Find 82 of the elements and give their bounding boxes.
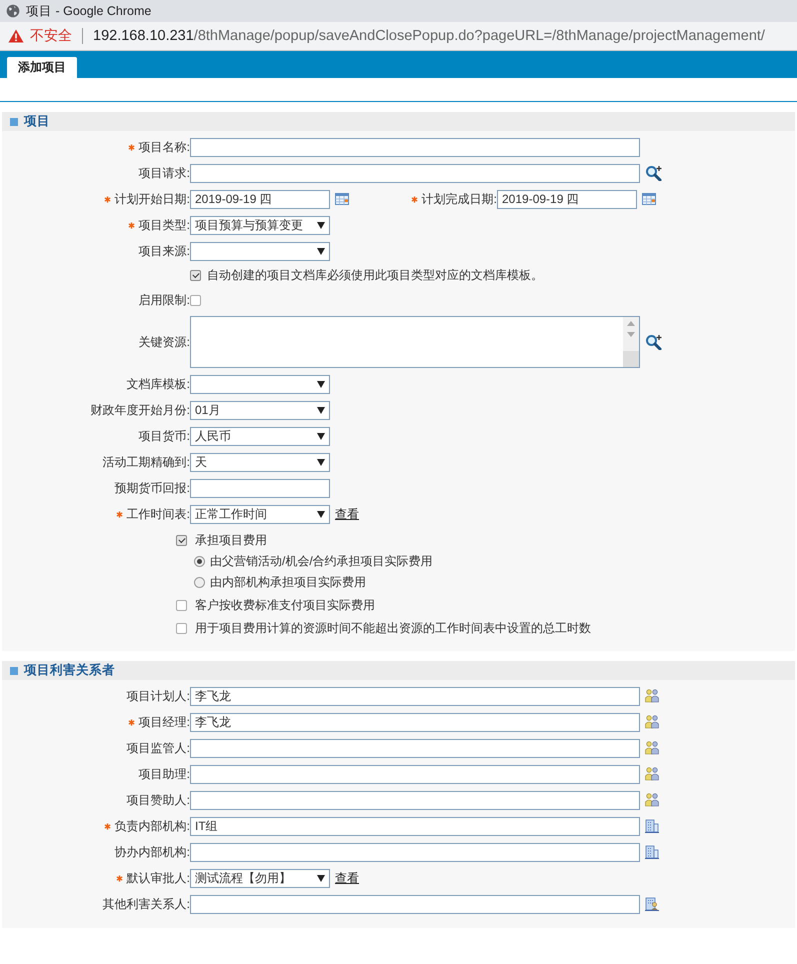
field-label: 项目类型: <box>138 216 190 234</box>
building-icon[interactable] <box>645 845 659 859</box>
field-label: 项目货币: <box>138 428 190 444</box>
checkbox[interactable] <box>176 600 187 611</box>
building-person-icon[interactable] <box>645 897 659 911</box>
security-label[interactable]: 不安全 <box>30 27 72 45</box>
calendar-icon[interactable] <box>642 193 656 205</box>
people-icon[interactable] <box>645 741 659 755</box>
input-field[interactable] <box>190 842 640 862</box>
radio-label: 由父营销活动/机会/合约承担项目实际费用 <box>210 553 433 570</box>
input-field[interactable] <box>190 738 640 758</box>
field-label: 项目助理: <box>138 766 190 782</box>
window-title: 项目 - Google Chrome <box>26 2 152 20</box>
field-label: 计划开始日期: <box>114 190 190 208</box>
checkbox[interactable] <box>190 294 201 306</box>
checkbox-label: 客户按收费标准支付项目实际费用 <box>195 597 375 614</box>
field-label: 工作时间表: <box>126 506 190 522</box>
input-field[interactable]: 李飞龙 <box>190 712 640 732</box>
select-dropdown[interactable]: 项目预算与预算变更 <box>190 216 330 234</box>
people-icon[interactable] <box>645 689 659 703</box>
field-label: 默认审批人: <box>126 870 190 886</box>
select-dropdown[interactable]: 人民币 <box>190 426 330 446</box>
select-dropdown[interactable]: 测试流程【勿用】 <box>190 868 330 888</box>
select-dropdown[interactable] <box>190 374 330 394</box>
radio-button[interactable] <box>194 577 205 588</box>
checkbox[interactable] <box>176 535 187 546</box>
input-field[interactable] <box>190 894 640 914</box>
search-icon[interactable] <box>645 165 663 181</box>
input-field[interactable] <box>190 164 640 182</box>
input-field[interactable] <box>190 478 330 498</box>
field-label: 项目计划人: <box>126 688 190 704</box>
input-field[interactable]: 2019-09-19 四 <box>190 190 330 208</box>
field-label: 项目监管人: <box>126 740 190 756</box>
address-url[interactable]: 192.168.10.231/8thManage/popup/saveAndClosePopup.do?pageURL=/8thManage/projectManagement/ <box>93 28 765 44</box>
view-link[interactable]: 查看 <box>335 506 359 522</box>
select-dropdown[interactable]: 天 <box>190 452 330 472</box>
people-icon[interactable] <box>645 793 659 807</box>
field-label: 项目赞助人: <box>126 792 190 808</box>
people-icon[interactable] <box>645 767 659 781</box>
tab[interactable]: 添加项目 <box>7 57 77 78</box>
field-label: 项目经理: <box>138 714 190 730</box>
field-label: 文档库模板: <box>126 376 190 392</box>
checkbox[interactable] <box>176 623 187 634</box>
input-field[interactable]: 李飞龙 <box>190 686 640 706</box>
field-label: 预期货币回报: <box>114 480 190 496</box>
building-icon[interactable] <box>645 819 659 833</box>
radio-label: 由内部机构承担项目实际费用 <box>210 574 366 591</box>
view-link[interactable]: 查看 <box>335 870 359 886</box>
input-field[interactable]: IT组 <box>190 816 640 836</box>
section-title: 项目利害关系者 <box>24 662 115 679</box>
radio-button[interactable] <box>194 556 205 567</box>
checkbox-label: 承担项目费用 <box>195 532 267 549</box>
select-dropdown[interactable]: 正常工作时间 <box>190 504 330 524</box>
checkbox[interactable] <box>190 270 201 281</box>
square-icon <box>10 118 18 126</box>
field-label: 关键资源: <box>138 334 190 350</box>
input-field[interactable] <box>190 138 640 156</box>
warning-icon <box>8 29 24 43</box>
section-title: 项目 <box>24 113 50 130</box>
field-label: 项目请求: <box>138 164 190 182</box>
field-label: 启用限制: <box>138 292 190 308</box>
checkbox-label: 用于项目费用计算的资源时间不能超出资源的工作时间表中设置的总工时数 <box>195 620 591 637</box>
select-dropdown[interactable] <box>190 242 330 260</box>
field-label: 协办内部机构: <box>114 844 190 860</box>
globe-icon <box>6 4 20 18</box>
square-icon <box>10 666 18 674</box>
checkbox-label: 自动创建的项目文档库必须使用此项目类型对应的文档库模板。 <box>207 267 543 284</box>
field-label: 计划完成日期: <box>422 190 497 208</box>
select-dropdown[interactable]: 01月 <box>190 400 330 420</box>
field-label: 其他利害关系人: <box>102 896 190 912</box>
field-label: 负责内部机构: <box>114 818 190 834</box>
search-icon[interactable] <box>645 334 663 350</box>
input-field[interactable] <box>190 764 640 784</box>
people-icon[interactable] <box>645 715 659 729</box>
input-field[interactable] <box>190 790 640 810</box>
field-label: 活动工期精确到: <box>102 454 190 470</box>
calendar-icon[interactable] <box>335 193 349 205</box>
input-field[interactable]: 2019-09-19 四 <box>497 190 637 208</box>
field-label: 项目名称: <box>138 138 190 156</box>
field-label: 财政年度开始月份: <box>90 402 190 418</box>
field-label: 项目来源: <box>138 242 190 260</box>
textarea-field[interactable] <box>190 316 640 368</box>
